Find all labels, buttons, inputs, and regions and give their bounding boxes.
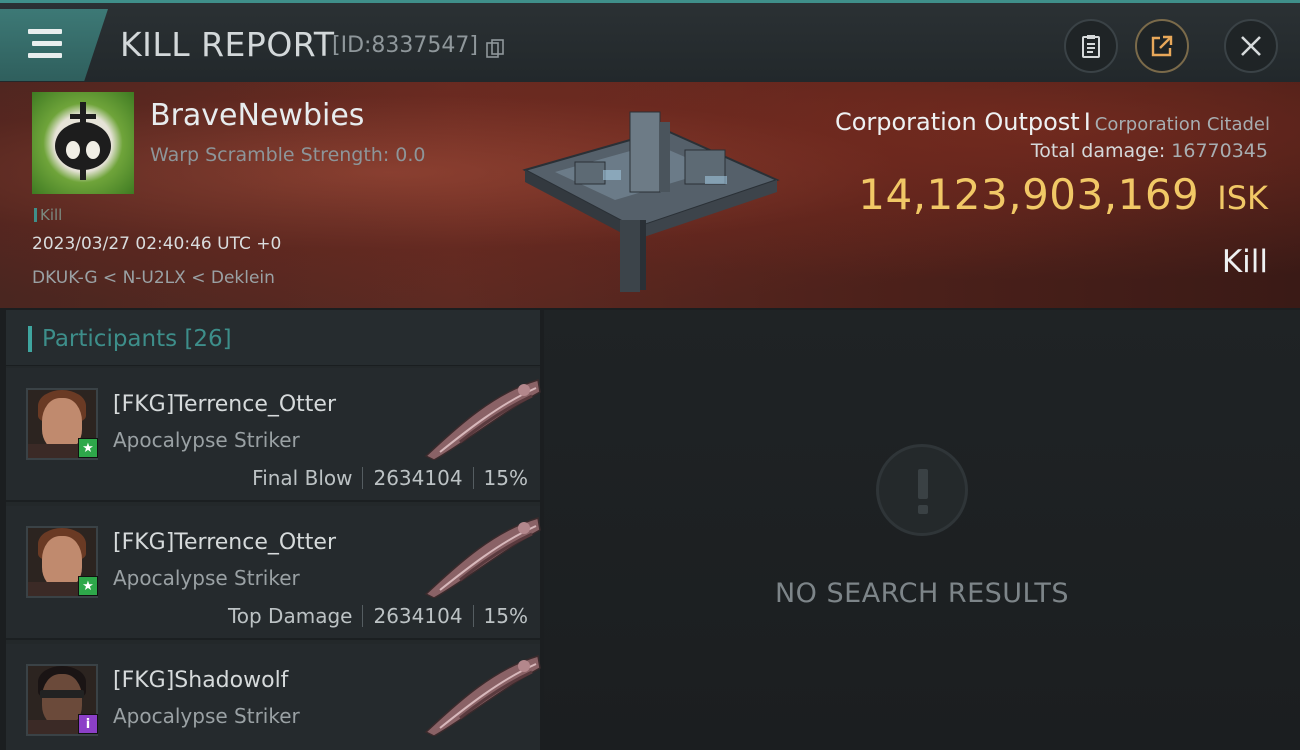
total-damage-value: 16770345 [1171,140,1268,162]
victim-ship: Corporation Outpost I Corporation Citadel [835,108,1270,136]
victim-separator: I [1083,108,1091,136]
ship-image [424,517,541,598]
portrait-face [42,674,82,726]
clipboard-icon [1082,35,1100,58]
pilot-damage: 2634104 [373,466,463,490]
pilot-percent: 15% [483,466,528,490]
pilot-role: Final Blow [252,466,353,490]
portrait-face [42,536,82,588]
share-icon [1151,35,1173,57]
info-badge-icon: i [78,714,98,734]
skull-dagger-icon [55,102,111,180]
kill-tag-label: Kill [40,206,63,224]
portrait-face [42,398,82,450]
participant-row[interactable]: i [FKG]Shadowolf Apocalypse Striker [6,644,541,750]
isk-unit: ISK [1217,179,1268,217]
total-damage: Total damage: 16770345 [1031,140,1268,162]
search-results-panel: NO SEARCH RESULTS [544,310,1300,750]
share-button[interactable] [1135,19,1189,73]
ship-image [424,379,541,460]
pilot-stats: Final Blow 2634104 15% [252,466,528,490]
copy-icon[interactable] [486,39,504,59]
pilot-name: [FKG]Terrence_Otter [113,392,337,417]
empty-results-text: NO SEARCH RESULTS [774,578,1070,609]
star-badge-icon: ★ [78,576,98,596]
pilot-ship: Apocalypse Striker [113,704,300,728]
stats-divider [362,605,364,627]
pilot-ship: Apocalypse Striker [113,428,300,452]
exclamation-glyph [918,469,928,514]
pilot-ship: Apocalypse Striker [113,566,300,590]
participants-header[interactable]: Participants [26] [6,310,540,366]
stats-divider [472,605,474,627]
corporation-logo[interactable] [32,92,134,194]
stats-divider [362,467,364,489]
page-title: KILL REPORT [120,25,335,64]
menu-icon-line [28,53,62,58]
kill-timestamp: 2023/03/27 02:40:46 UTC +0 [32,234,282,254]
header-marker [28,326,32,352]
pilot-role: Top Damage [227,604,353,628]
kill-tag: Kill [34,206,62,224]
participants-label: Participants [26] [42,326,232,352]
pilot-name: [FKG]Shadowolf [113,668,289,693]
clipboard-button[interactable] [1064,19,1118,73]
participants-panel: Participants [26] ★ [FKG]Terrence_Otter … [6,310,541,750]
victim-ship-name: Corporation Outpost [834,108,1080,136]
portrait-visor [40,690,84,698]
menu-icon-line [32,41,62,46]
ship-image [424,655,541,736]
result-label: Kill [1221,244,1268,280]
close-icon [1241,36,1261,56]
star-badge-icon: ★ [78,438,98,458]
exclamation-icon [876,444,968,536]
participant-row[interactable]: ★ [FKG]Terrence_Otter Apocalypse Striker… [6,506,541,640]
kill-id: [ID:8337547] [332,33,478,58]
pilot-stats: Top Damage 2634104 15% [228,604,528,628]
tag-marker [34,208,37,222]
isk-value: 14,123,903,169 ISK [858,170,1268,219]
pilot-percent: 15% [483,604,528,628]
pilot-damage: 2634104 [373,604,463,628]
participant-row[interactable]: ★ [FKG]Terrence_Otter Apocalypse Striker… [6,368,541,502]
isk-amount: 14,123,903,169 [858,170,1200,219]
close-button[interactable] [1224,19,1278,73]
total-damage-label: Total damage: [1030,140,1166,162]
menu-button[interactable] [0,9,108,81]
kill-location[interactable]: DKUK-G < N-U2LX < Deklein [32,268,275,288]
warp-scramble-text: Warp Scramble Strength: 0.0 [150,144,426,166]
corporation-name[interactable]: BraveNewbies [150,98,364,133]
pilot-name: [FKG]Terrence_Otter [113,530,337,555]
menu-icon [28,29,62,34]
top-bar: KILL REPORT [ID:8337547] [0,0,1300,82]
citadel-structure-image [522,111,780,292]
stats-divider [472,467,474,489]
kill-summary-panel: BraveNewbies Warp Scramble Strength: 0.0… [0,82,1300,308]
victim-ship-class: Corporation Citadel [1094,114,1270,135]
